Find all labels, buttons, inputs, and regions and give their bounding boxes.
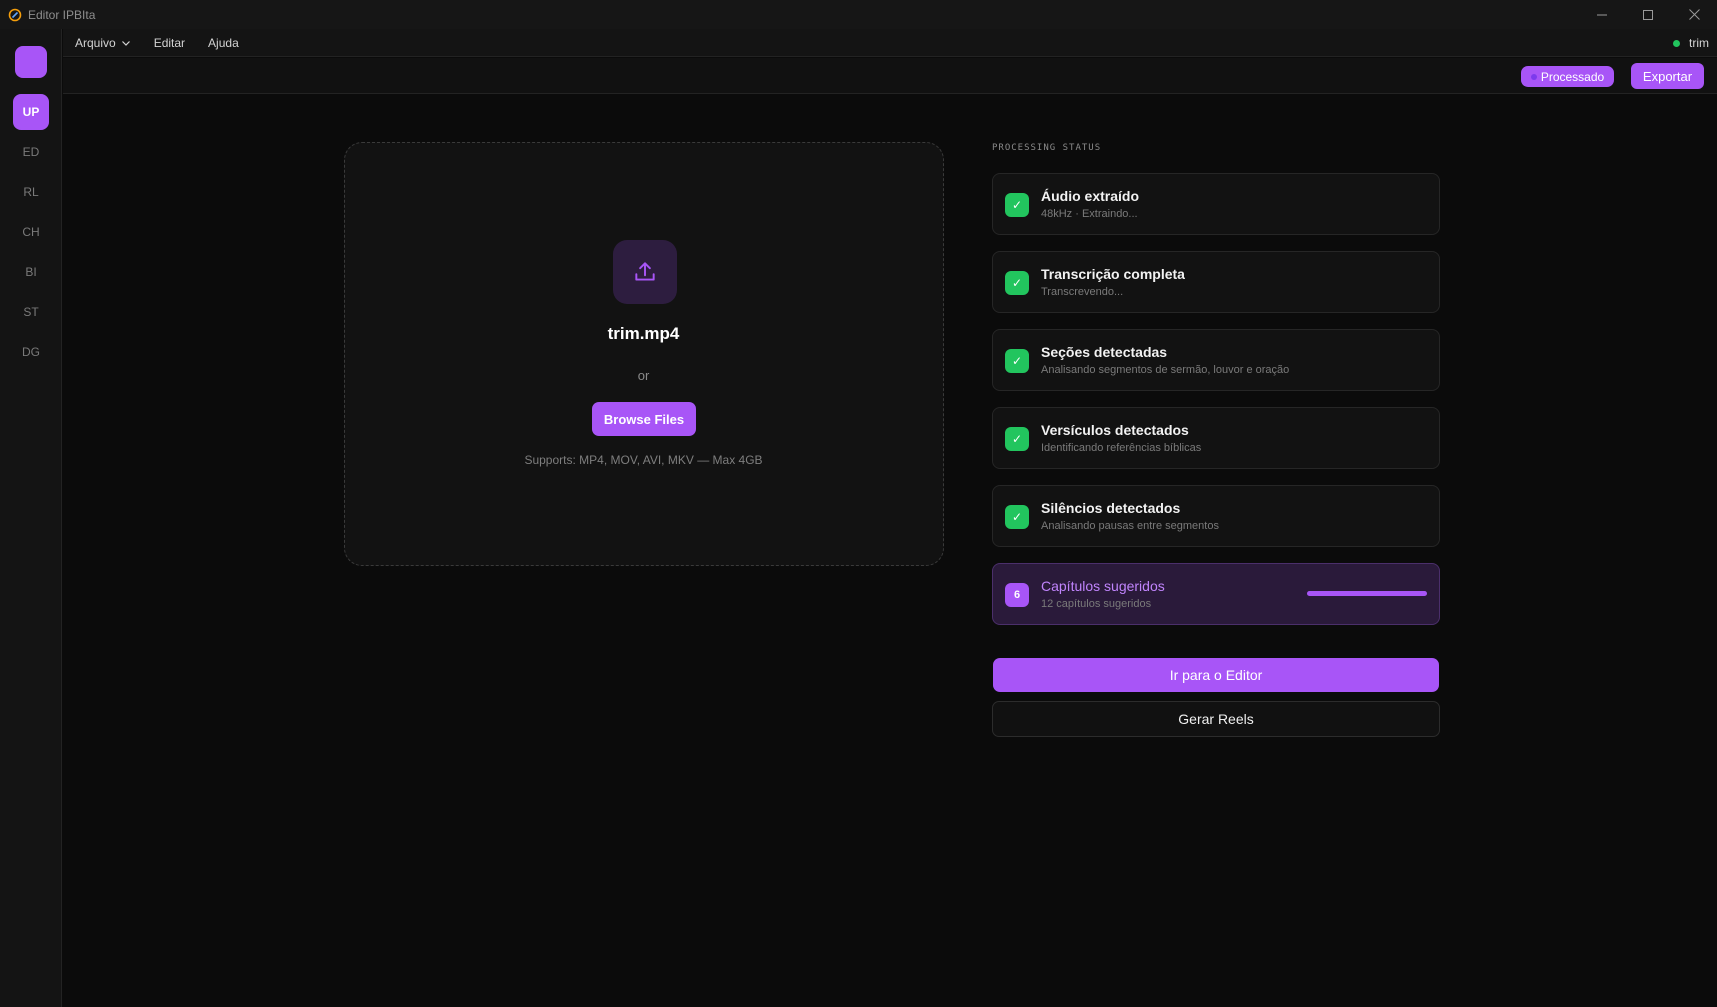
user-name: trim: [1689, 36, 1709, 50]
maximize-icon: [1643, 9, 1653, 20]
step-number-badge: 6: [1005, 583, 1029, 607]
step-versiculos: ✓ Versículos detectados Identificando re…: [992, 407, 1440, 469]
step-progress-bar: [1307, 591, 1427, 596]
check-icon: ✓: [1005, 271, 1029, 295]
menu-arquivo-label: Arquivo: [75, 35, 116, 50]
menu-ajuda[interactable]: Ajuda: [208, 36, 239, 50]
browse-files-button[interactable]: Browse Files: [592, 402, 696, 436]
step-audio-extraido: ✓ Áudio extraído 48kHz · Extraindo...: [992, 173, 1440, 235]
step-subtitle: 12 capítulos sugeridos: [1041, 598, 1152, 610]
step-secoes: ✓ Seções detectadas Analisando segmentos…: [992, 329, 1440, 391]
check-icon: ✓: [1005, 427, 1029, 451]
upload-icon: [635, 262, 655, 281]
sidebar-item-bi[interactable]: BI: [13, 254, 49, 290]
step-subtitle: 48kHz · Extraindo...: [1041, 208, 1138, 220]
step-silencios: ✓ Silêncios detectados Analisando pausas…: [992, 485, 1440, 547]
maximize-button[interactable]: [1625, 0, 1671, 29]
status-badge-label: Processado: [1540, 69, 1605, 84]
sidebar: UP ED RL CH BI ST DG: [0, 29, 62, 1007]
window-title: Editor IPBIta: [28, 7, 96, 22]
step-capitulos: 6 Capítulos sugeridos 12 capítulos suger…: [992, 563, 1440, 625]
step-transcricao: ✓ Transcrição completa Transcrevendo...: [992, 251, 1440, 313]
upload-icon-container: [613, 240, 677, 304]
user-status: trim: [1673, 29, 1709, 57]
step-title: Capítulos sugeridos: [1041, 578, 1165, 594]
menu-arquivo[interactable]: Arquivo: [75, 36, 131, 50]
supported-formats-text: Supports: MP4, MOV, AVI, MKV — Max 4GB: [524, 453, 763, 467]
step-title: Silêncios detectados: [1041, 500, 1181, 516]
window-controls: [1579, 0, 1717, 29]
sidebar-item-st[interactable]: ST: [13, 294, 49, 330]
online-status-dot: [1673, 39, 1680, 47]
step-subtitle: Analisando segmentos de sermão, louvor e…: [1041, 364, 1290, 376]
check-icon: ✓: [1005, 505, 1029, 529]
step-title: Seções detectadas: [1041, 344, 1168, 360]
uploaded-file-name: trim.mp4: [607, 324, 680, 343]
menu-editar[interactable]: Editar: [154, 36, 185, 50]
toolbar: Processado Exportar: [63, 58, 1717, 94]
sidebar-item-ch[interactable]: CH: [13, 214, 49, 250]
step-title: Transcrição completa: [1041, 266, 1185, 282]
minimize-button[interactable]: [1579, 0, 1625, 29]
chevron-down-icon: [121, 40, 130, 46]
sidebar-item-up[interactable]: UP: [13, 94, 49, 130]
sidebar-item-rl[interactable]: RL: [13, 174, 49, 210]
or-separator: or: [637, 368, 650, 383]
status-badge-dot: [1530, 73, 1537, 80]
sidebar-logo[interactable]: [15, 46, 47, 78]
sidebar-item-ed[interactable]: ED: [13, 134, 49, 170]
step-subtitle: Transcrevendo...: [1041, 286, 1124, 298]
go-to-editor-button[interactable]: Ir para o Editor: [993, 658, 1439, 692]
step-title: Versículos detectados: [1041, 422, 1189, 438]
minimize-icon: [1597, 14, 1607, 15]
step-subtitle: Identificando referências bíblicas: [1041, 442, 1202, 454]
status-badge: Processado: [1521, 66, 1614, 87]
close-button[interactable]: [1671, 0, 1717, 29]
sidebar-item-dg[interactable]: DG: [13, 334, 49, 370]
close-icon: [1688, 9, 1700, 20]
upload-dropzone[interactable]: trim.mp4 or Browse Files Supports: MP4, …: [344, 142, 944, 566]
app-logo-icon: [8, 8, 22, 21]
title-bar: Editor IPBIta: [0, 0, 1717, 29]
check-icon: ✓: [1005, 193, 1029, 217]
step-subtitle: Analisando pausas entre segmentos: [1041, 520, 1219, 532]
step-progress-fill: [1307, 591, 1427, 596]
menu-bar: Arquivo Editar Ajuda trim: [63, 29, 1717, 57]
export-button[interactable]: Exportar: [1631, 63, 1704, 89]
generate-reels-button[interactable]: Gerar Reels: [992, 701, 1440, 737]
step-title: Áudio extraído: [1041, 188, 1140, 204]
check-icon: ✓: [1005, 349, 1029, 373]
processing-status-label: PROCESSING STATUS: [992, 143, 1102, 153]
